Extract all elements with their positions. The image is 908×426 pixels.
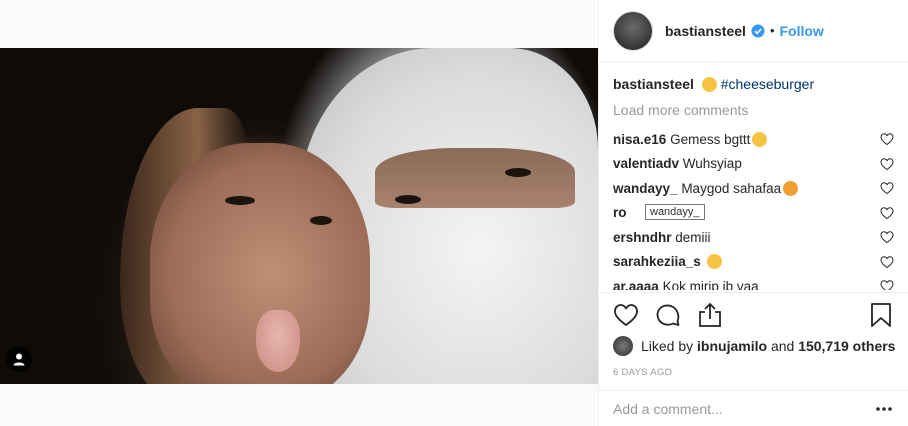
add-comment-bar: Add a comment... — [599, 390, 908, 426]
person-icon — [13, 353, 25, 366]
comment-username[interactable]: wandayy_ — [613, 181, 678, 196]
comment-like-icon[interactable] — [880, 132, 894, 146]
comment-text: Maygod sahafaa — [681, 180, 782, 196]
comment-item: valentiadv Wuhsyiap — [613, 152, 894, 177]
likes-prefix: Liked by — [641, 338, 694, 354]
comment-text: demiii — [675, 229, 711, 245]
post-header: bastiansteel • Follow — [599, 0, 908, 62]
username-tooltip: wandayy_ — [645, 204, 705, 220]
heart-icon[interactable] — [613, 302, 639, 328]
comment-username[interactable]: nisa.e16 — [613, 132, 666, 147]
divider — [599, 292, 908, 293]
comment-username[interactable]: ro — [613, 205, 627, 220]
header-username[interactable]: bastiansteel — [665, 23, 746, 39]
photo-eye — [395, 195, 421, 204]
comment-text: Gemess bgttt — [670, 131, 751, 147]
share-icon[interactable] — [697, 302, 723, 328]
user-tag-button[interactable] — [6, 346, 32, 372]
add-comment-input[interactable]: Add a comment... — [613, 401, 874, 417]
photo-eye — [505, 168, 531, 177]
comment-icon[interactable] — [655, 302, 681, 328]
comment-item: nisa.e16 Gemess bgttt — [613, 127, 894, 152]
post-timestamp[interactable]: 6 DAYS AGO — [613, 367, 672, 378]
comment-like-icon[interactable] — [880, 181, 894, 195]
comment-username[interactable]: ar.aaaa — [613, 279, 659, 290]
star-struck-icon — [783, 180, 799, 196]
comment-like-icon[interactable] — [880, 255, 894, 269]
comment-text: Wuhsyiap — [682, 156, 742, 172]
action-bar — [613, 300, 894, 330]
more-options-icon[interactable] — [874, 399, 894, 419]
crying-face-icon — [752, 131, 768, 147]
post-photo[interactable] — [0, 48, 598, 384]
comment-text: Kok mirip ib vaa — [662, 278, 759, 290]
likes-middle: and — [770, 338, 795, 354]
caption-username[interactable]: bastiansteel — [613, 76, 694, 92]
comment-username[interactable]: valentiadv — [613, 156, 679, 171]
verified-badge-icon — [751, 24, 765, 37]
caption-hashtag[interactable]: #cheeseburger — [721, 76, 814, 92]
comment-item: ar.aaaa Kok mirip ib vaa — [613, 274, 894, 290]
comment-username[interactable]: ershndhr — [613, 230, 672, 245]
follow-button[interactable]: Follow — [780, 23, 824, 39]
liker-avatar[interactable] — [613, 336, 633, 356]
comment-like-icon[interactable] — [880, 230, 894, 244]
thinking-face-icon — [701, 77, 717, 92]
avatar[interactable] — [613, 10, 653, 51]
photo-eye — [225, 196, 255, 205]
comment-item: wandayy_ Maygod sahafaa — [613, 176, 894, 201]
likes-summary: Liked by ibnujamilo and 150,719 others — [613, 336, 895, 356]
comment-like-icon[interactable] — [880, 157, 894, 171]
comment-item: ershndhr demiii — [613, 225, 894, 250]
photo-eye — [310, 216, 332, 225]
post-side-panel: bastiansteel • Follow bastiansteel #chee… — [598, 0, 908, 426]
load-more-comments-button[interactable]: Load more comments — [613, 102, 894, 118]
caption: bastiansteel #cheeseburger — [613, 76, 894, 92]
comment-like-icon[interactable] — [880, 279, 894, 290]
comment-username[interactable]: sarahkeziia_s — [613, 254, 701, 269]
photo-tongue — [256, 310, 300, 372]
comments-list[interactable]: bastiansteel #cheeseburger Load more com… — [613, 76, 894, 290]
comment-like-icon[interactable] — [880, 206, 894, 220]
comment-item: sarahkeziia_s — [613, 250, 894, 275]
separator-dot: • — [769, 23, 775, 38]
liker-username[interactable]: ibnujamilo — [697, 338, 767, 354]
likes-count[interactable]: 150,719 others — [798, 338, 895, 354]
bookmark-icon[interactable] — [868, 302, 894, 328]
grinning-face-icon — [706, 254, 722, 270]
